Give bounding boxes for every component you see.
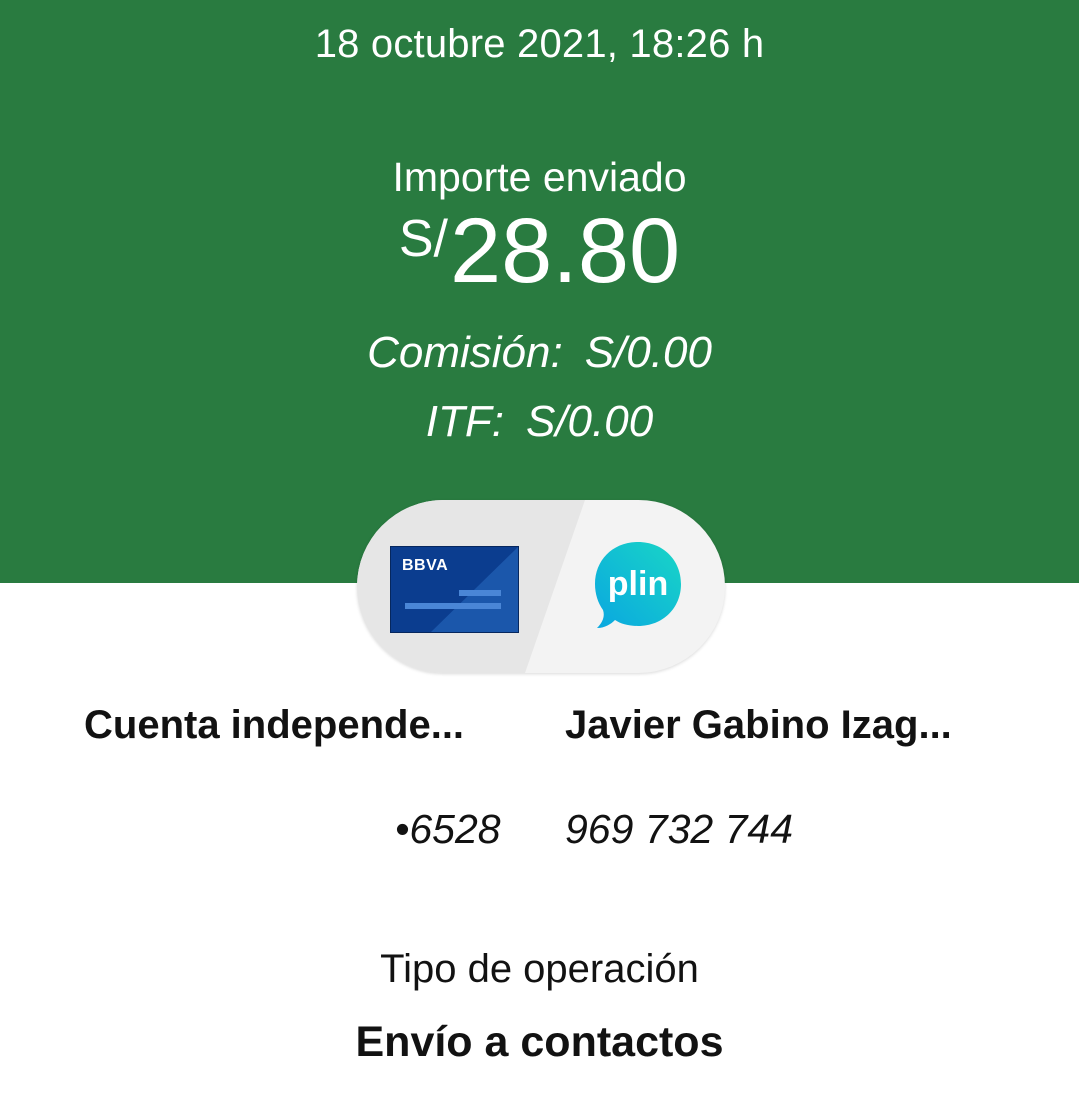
operation-type-value: Envío a contactos — [355, 1018, 724, 1066]
plin-logo-text: plin — [608, 565, 668, 603]
receipt-header: 18 octubre 2021, 18:26 h Importe enviado… — [0, 0, 1079, 583]
destination-phone-number: 969 732 744 — [565, 806, 794, 852]
amount-display: S/28.80 — [0, 205, 1079, 297]
amount-value: 28.80 — [449, 200, 681, 302]
source-account-name: Cuenta independe... — [84, 703, 465, 747]
fee-value: S/0.00 — [584, 328, 712, 377]
bbva-card-icon: BBVA — [390, 546, 519, 633]
amount-label: Importe enviado — [392, 154, 687, 200]
plin-logo-icon: plin — [595, 542, 681, 628]
fee-row: Comisión: S/0.00 — [0, 328, 1079, 378]
destination-contact-name: Javier Gabino Izag... — [565, 703, 952, 747]
bbva-logo: BBVA — [402, 557, 449, 574]
operation-type-label: Tipo de operación — [380, 947, 699, 991]
transfer-direction-pill: BBVA plin — [357, 500, 725, 673]
source-account-number: •6528 — [395, 806, 501, 852]
transaction-datetime: 18 octubre 2021, 18:26 h — [314, 22, 765, 66]
itf-label: ITF: — [425, 397, 504, 446]
currency-symbol: S/ — [398, 210, 448, 268]
itf-value: S/0.00 — [525, 397, 654, 446]
fee-label: Comisión: — [367, 328, 563, 377]
itf-row: ITF: S/0.00 — [0, 397, 1079, 447]
